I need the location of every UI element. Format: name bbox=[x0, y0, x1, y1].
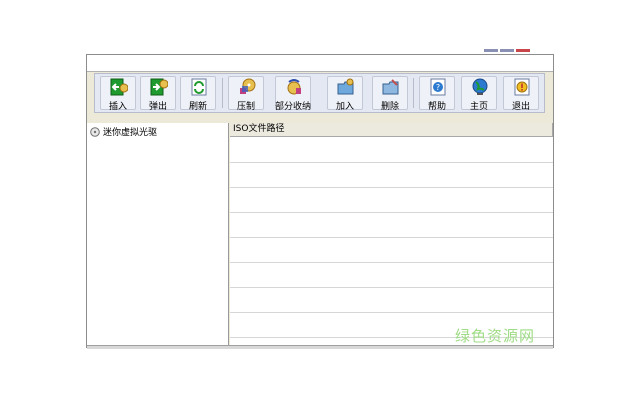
add-folder-icon bbox=[337, 78, 354, 95]
maximize-button[interactable] bbox=[500, 49, 514, 52]
compress-button[interactable]: 压制 bbox=[228, 76, 264, 112]
exit-label: 退出 bbox=[511, 102, 530, 112]
insert-button[interactable]: 插入 bbox=[100, 76, 136, 112]
iso-list-panel: ISO文件路径 bbox=[230, 123, 553, 347]
help-label: 帮助 bbox=[427, 102, 446, 112]
toolbar: 插入 弹出 刷新 压制 部分收纳 加入 删除 ? 帮助 主页 退出 bbox=[94, 73, 545, 113]
list-row-divider bbox=[230, 262, 553, 263]
refresh-button[interactable]: 刷新 bbox=[180, 76, 216, 112]
partial-collect-button[interactable]: 部分收纳 bbox=[275, 76, 311, 112]
insert-disc-icon bbox=[110, 78, 128, 96]
minimize-button[interactable] bbox=[484, 49, 498, 52]
eject-button[interactable]: 弹出 bbox=[140, 76, 176, 112]
cd-drive-icon bbox=[90, 126, 100, 137]
refresh-label: 刷新 bbox=[188, 102, 207, 112]
help-button[interactable]: ? 帮助 bbox=[419, 76, 455, 112]
column-header-iso-path[interactable]: ISO文件路径 bbox=[230, 123, 553, 137]
home-label: 主页 bbox=[469, 102, 488, 112]
compress-disc-icon bbox=[240, 78, 256, 94]
list-row-divider bbox=[230, 287, 553, 288]
delete-label: 删除 bbox=[380, 102, 399, 112]
exit-button[interactable]: 退出 bbox=[503, 76, 539, 112]
list-row-divider bbox=[230, 212, 553, 213]
tree-panel: 迷你虚拟光驱 bbox=[87, 123, 229, 347]
home-button[interactable]: 主页 bbox=[461, 76, 497, 112]
app-window: 插入 弹出 刷新 压制 部分收纳 加入 删除 ? 帮助 主页 退出 迷你虚拟光驱… bbox=[86, 54, 554, 349]
exit-icon bbox=[514, 78, 530, 96]
partial-collect-label: 部分收纳 bbox=[274, 102, 311, 112]
partial-collect-icon bbox=[287, 79, 301, 95]
home-globe-icon bbox=[472, 78, 488, 95]
close-button[interactable] bbox=[516, 49, 530, 52]
window-controls bbox=[484, 49, 530, 52]
list-row-divider bbox=[230, 312, 553, 313]
list-row-divider bbox=[230, 162, 553, 163]
tree-item-label: 迷你虚拟光驱 bbox=[103, 128, 158, 138]
delete-button[interactable]: 删除 bbox=[372, 76, 408, 112]
refresh-icon bbox=[191, 78, 207, 96]
tree-item-virtual-drive[interactable]: 迷你虚拟光驱 bbox=[90, 125, 157, 138]
watermark-text: 绿色资源网 bbox=[455, 327, 536, 345]
help-icon: ? bbox=[430, 78, 446, 96]
list-row-divider bbox=[230, 187, 553, 188]
list-row-divider bbox=[230, 237, 553, 238]
compress-label: 压制 bbox=[236, 102, 255, 112]
menu-strip bbox=[87, 55, 553, 72]
svg-text:?: ? bbox=[436, 83, 440, 92]
delete-folder-icon bbox=[382, 79, 399, 95]
eject-disc-icon bbox=[150, 78, 168, 96]
add-label: 加入 bbox=[335, 102, 354, 112]
add-button[interactable]: 加入 bbox=[327, 76, 363, 112]
